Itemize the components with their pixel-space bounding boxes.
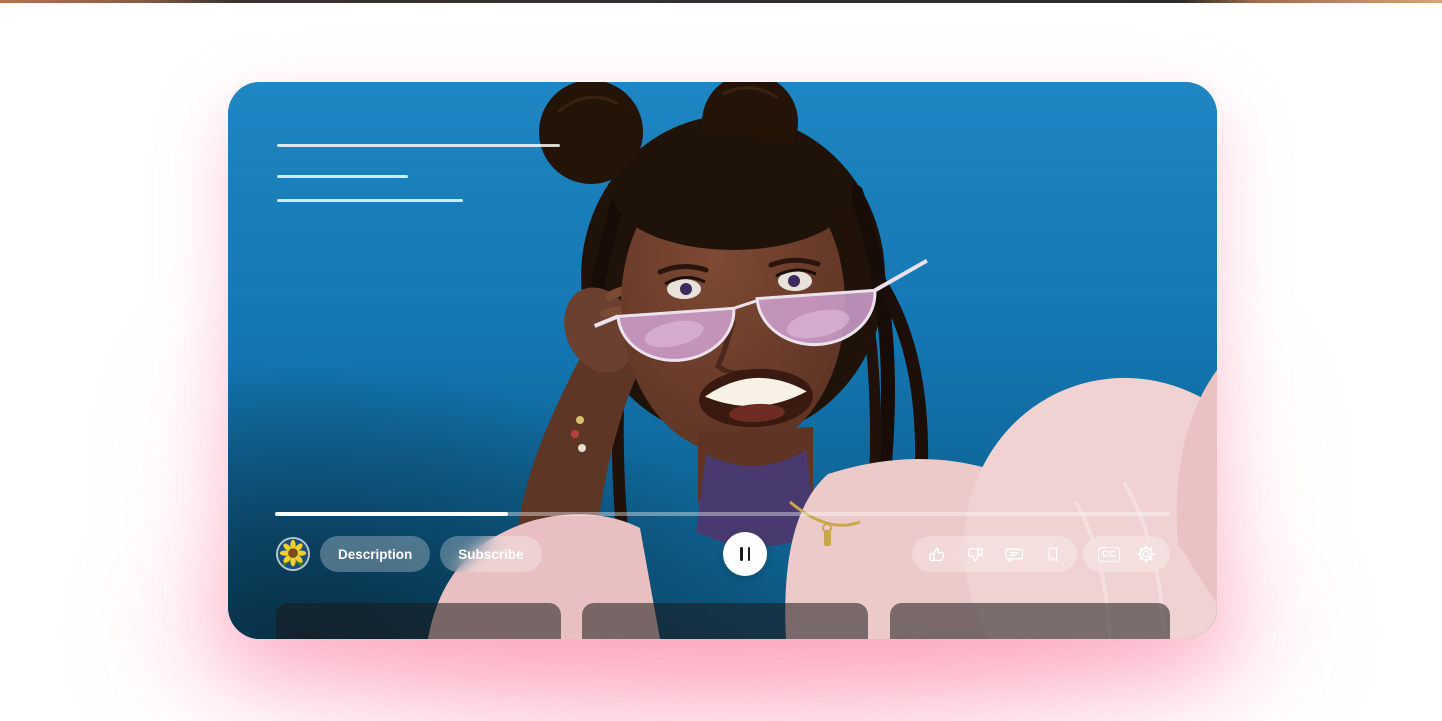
comments-button[interactable] — [1005, 545, 1023, 563]
description-button[interactable]: Description — [320, 536, 430, 572]
gear-icon — [1137, 545, 1155, 563]
sunflower-icon — [278, 539, 308, 569]
cc-icon: CC — [1098, 547, 1120, 562]
thumbs-down-icon — [967, 546, 984, 563]
pause-icon — [740, 547, 743, 561]
top-edge-strip — [0, 0, 1442, 3]
like-button[interactable] — [927, 545, 945, 563]
settings-button[interactable] — [1137, 545, 1155, 563]
engagement-pill — [912, 536, 1077, 572]
progress-bar[interactable] — [275, 512, 1170, 516]
captions-button[interactable]: CC — [1098, 545, 1120, 563]
suggestion-card[interactable] — [276, 603, 561, 639]
title-skeleton-line — [277, 199, 463, 202]
pause-button[interactable] — [723, 532, 767, 576]
page-background: Description Subscribe — [0, 0, 1442, 721]
channel-avatar[interactable] — [276, 537, 310, 571]
suggestion-card[interactable] — [582, 603, 868, 639]
save-button[interactable] — [1044, 545, 1062, 563]
bookmark-icon — [1045, 546, 1061, 563]
suggestion-row — [228, 603, 1217, 639]
channel-cluster: Description Subscribe — [276, 536, 542, 572]
video-player-card: Description Subscribe — [228, 82, 1217, 639]
progress-bar-fill — [275, 512, 508, 516]
dislike-button[interactable] — [966, 545, 984, 563]
subscribe-button[interactable]: Subscribe — [440, 536, 541, 572]
thumbs-up-icon — [928, 546, 945, 563]
action-bar: CC — [912, 536, 1170, 572]
title-skeleton-line — [277, 144, 560, 147]
utility-pill: CC — [1083, 536, 1170, 572]
player-controls: Description Subscribe — [276, 536, 1170, 572]
suggestion-card[interactable] — [890, 603, 1170, 639]
title-skeleton-line — [277, 175, 408, 178]
comment-icon — [1005, 546, 1023, 563]
